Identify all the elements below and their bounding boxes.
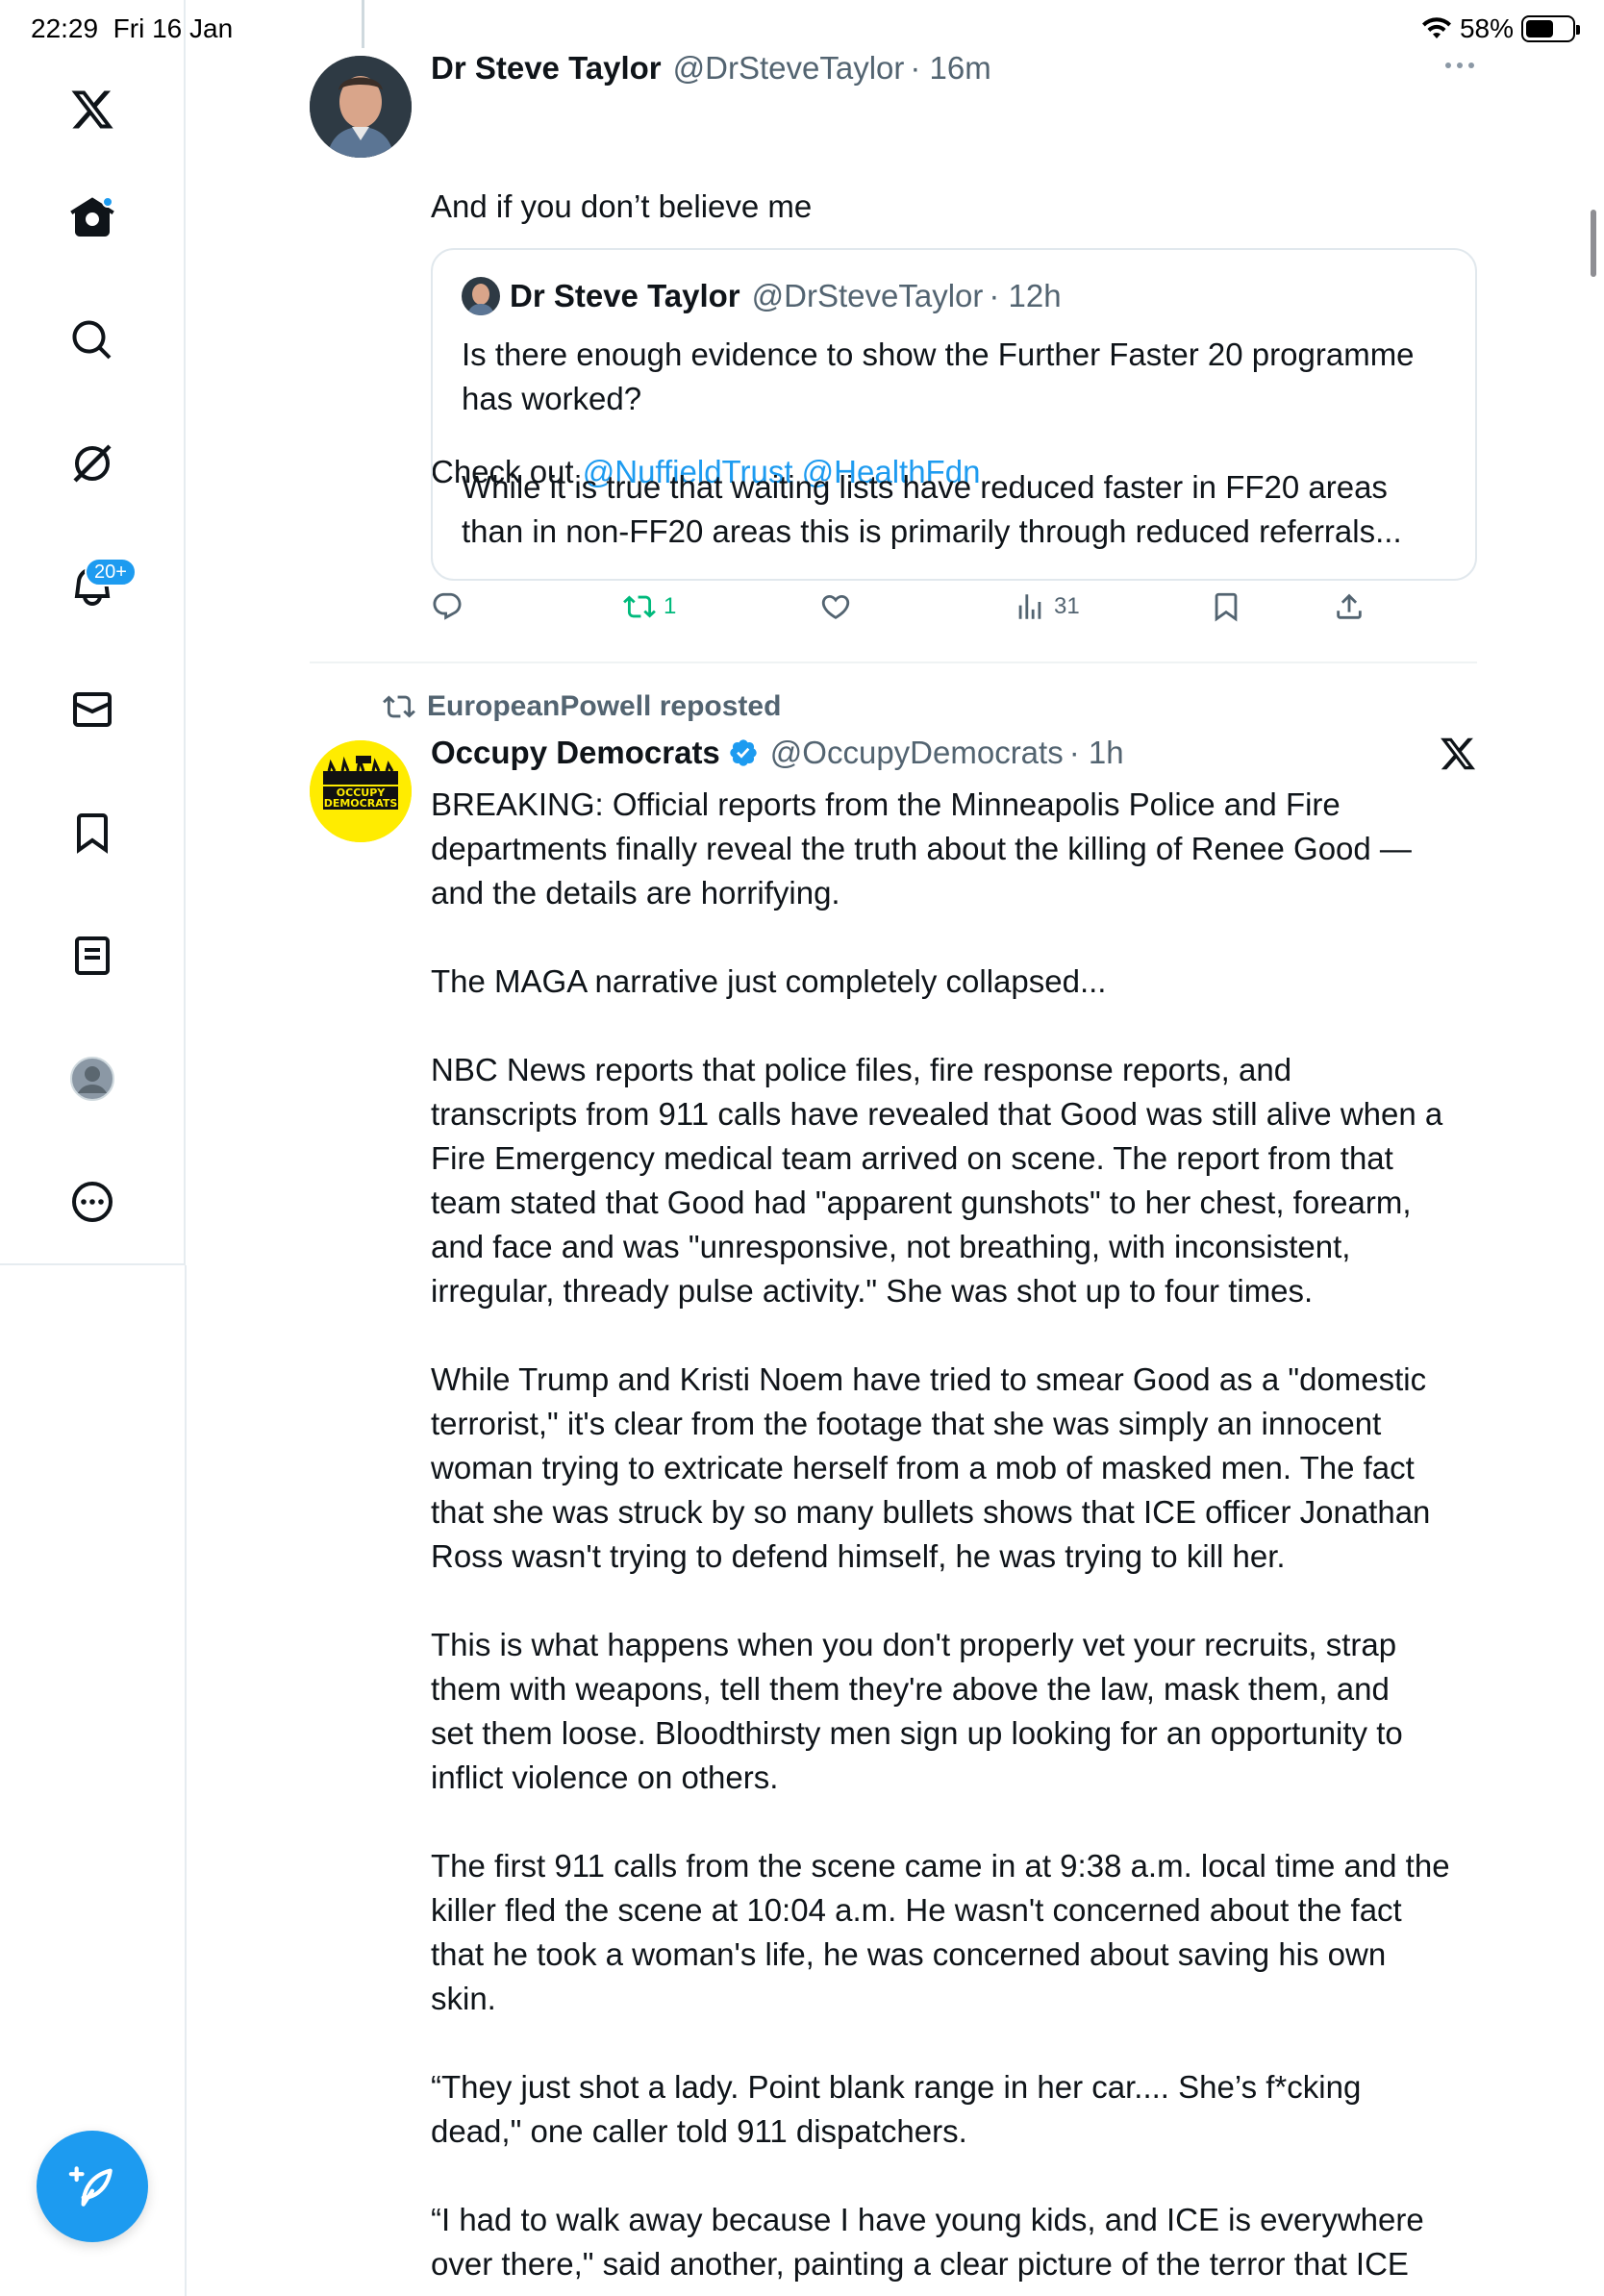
heart-icon: [821, 594, 850, 619]
share-icon: [1337, 593, 1362, 619]
sidebar: 20+: [0, 0, 186, 1265]
compose-feather-icon: [68, 2166, 113, 2207]
views-icon: [1018, 594, 1041, 619]
repost-label: EuropeanPowell reposted: [427, 690, 782, 722]
reply-button[interactable]: [431, 590, 471, 623]
views-count: 31: [1054, 593, 1080, 619]
tweet-actions: 1 31: [431, 590, 1392, 640]
reply-icon: [433, 592, 462, 620]
retweet-count: 1: [664, 593, 677, 619]
quote-author-name: Dr Steve Taylor: [510, 278, 740, 313]
tweet-text-line: And if you don’t believe me: [431, 188, 813, 224]
bookmark-button[interactable]: [1210, 590, 1242, 623]
like-button[interactable]: [819, 590, 860, 623]
quote-time: · 12h: [989, 278, 1062, 313]
x-logo-icon[interactable]: [62, 79, 123, 140]
views-button[interactable]: 31: [1014, 590, 1080, 623]
scrollbar[interactable]: [1591, 210, 1596, 277]
avatar[interactable]: [310, 56, 412, 158]
list-icon[interactable]: [62, 925, 123, 986]
avatar-logo-text: OCCUPY DEMOCRATS: [323, 786, 398, 810]
retweet-button[interactable]: 1: [623, 590, 676, 623]
tweet-header: Dr Steve Taylor @DrSteveTaylor · 16m: [431, 50, 991, 87]
compose-button[interactable]: [37, 2131, 148, 2242]
status-indicators: 58%: [1421, 13, 1580, 44]
repost-indicator[interactable]: EuropeanPowell reposted: [383, 690, 781, 723]
tweet-divider: [310, 661, 1477, 663]
battery-percent: 58%: [1459, 13, 1514, 43]
bell-icon[interactable]: 20+: [62, 556, 137, 617]
more-circle-icon[interactable]: [62, 1171, 123, 1233]
avatar[interactable]: OCCUPY DEMOCRATS: [310, 740, 412, 842]
author-handle[interactable]: @OccupyDemocrats: [770, 735, 1064, 771]
share-button[interactable]: [1333, 590, 1366, 623]
retweet-icon: [383, 695, 415, 718]
bookmark-icon: [1215, 592, 1238, 622]
verified-badge-icon: [730, 739, 757, 766]
mail-icon[interactable]: [62, 679, 123, 740]
tweet-time[interactable]: · 1h: [1069, 735, 1124, 771]
home-badge-dot: [102, 196, 113, 208]
quote-author-handle: @DrSteveTaylor: [751, 278, 984, 313]
quote-tweet-card[interactable]: Dr Steve Taylor @DrSteveTaylor · 12h Is …: [431, 248, 1477, 581]
tweet-text: BREAKING: Official reports from the Minn…: [431, 786, 1450, 2282]
profile-icon[interactable]: [62, 1048, 123, 1110]
status-bar: 22:29 Fri 16 Jan 58%: [0, 0, 1604, 58]
sidebar-border: [185, 1265, 187, 2296]
quote-text: Is there enough evidence to show the Fur…: [462, 337, 1415, 549]
retweet-icon: [623, 595, 656, 618]
wifi-icon: [1421, 17, 1451, 38]
tweet-header: Occupy Democrats @OccupyDemocrats · 1h: [431, 735, 1124, 771]
quote-avatar: [462, 277, 500, 315]
thread-line: [362, 0, 364, 48]
notifications-badge: 20+: [85, 558, 137, 586]
author-name[interactable]: Occupy Democrats: [431, 735, 720, 771]
search-icon[interactable]: [62, 310, 123, 371]
x-logo-icon: [1441, 737, 1476, 770]
home-icon[interactable]: [62, 187, 123, 248]
author-name[interactable]: Dr Steve Taylor: [431, 50, 662, 87]
author-handle[interactable]: @DrSteveTaylor: [673, 50, 905, 87]
quote-header: Dr Steve Taylor @DrSteveTaylor · 12h: [462, 277, 1062, 315]
bookmark-icon[interactable]: [62, 802, 123, 863]
more-options-icon[interactable]: [1442, 56, 1477, 75]
grok-icon[interactable]: [62, 433, 123, 494]
tweet-time[interactable]: · 16m: [910, 50, 990, 87]
battery-icon: [1521, 15, 1580, 42]
